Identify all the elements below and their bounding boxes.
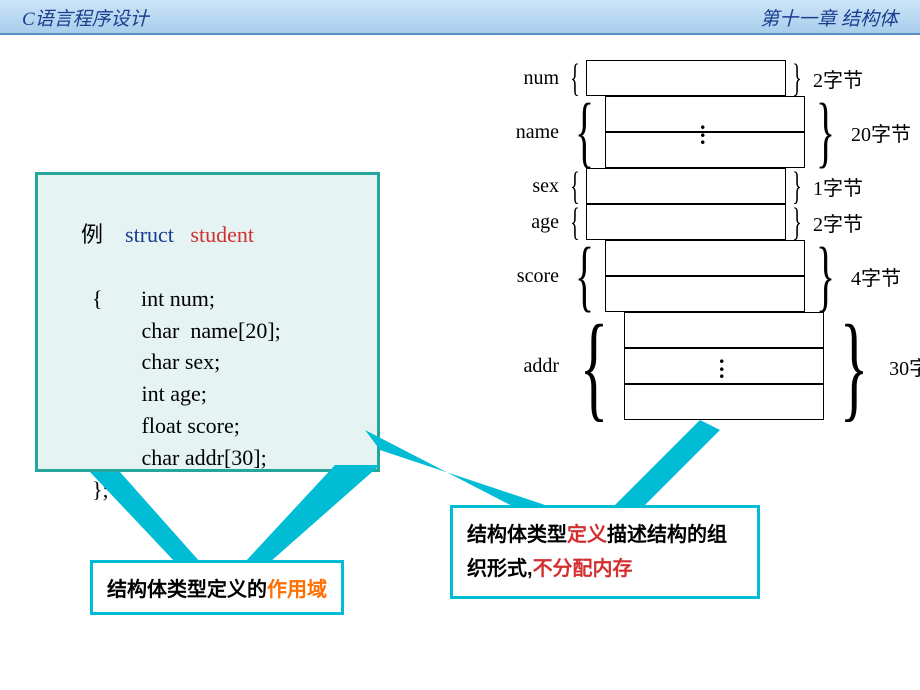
type-name: student xyxy=(190,222,254,247)
brace-left-icon: { xyxy=(570,168,581,204)
memory-field-age: age{}2字节 xyxy=(460,204,920,240)
code-line: float score; xyxy=(48,410,367,442)
header-right: 第十一章 结构体 xyxy=(760,4,898,31)
brace-right-icon: } xyxy=(815,240,835,312)
memory-layout: num{}2字节name{. . .}20字节sex{}1字节age{}2字节s… xyxy=(460,60,920,420)
slide-header: C语言程序设计 第十一章 结构体 xyxy=(0,0,920,34)
memory-cell xyxy=(586,168,786,204)
code-line: int age; xyxy=(48,378,367,410)
callout2-text1: 结构体类型 xyxy=(467,524,567,546)
memory-label: age xyxy=(460,204,565,240)
callout1-text2: 作用域 xyxy=(267,579,327,601)
code-example-box: 例 struct student { int num; char name[20… xyxy=(35,172,380,472)
memory-label: score xyxy=(460,240,565,312)
brace-right-icon: } xyxy=(791,204,802,240)
memory-label: name xyxy=(460,96,565,168)
brace-left-icon: { xyxy=(580,312,610,420)
memory-cell xyxy=(605,276,805,312)
header-left: C语言程序设计 xyxy=(22,4,149,31)
memory-label: addr xyxy=(460,312,565,420)
brace-right-icon: } xyxy=(815,96,835,168)
example-label: 例 xyxy=(81,222,103,247)
memory-cell xyxy=(586,60,786,96)
brace-right-icon: } xyxy=(839,312,869,420)
memory-cell xyxy=(605,240,805,276)
brace-left-icon: { xyxy=(575,96,595,168)
memory-size: 30字节 xyxy=(883,312,920,420)
brace-right-icon: } xyxy=(791,168,802,204)
vertical-dots-icon: . . . xyxy=(719,352,725,375)
callout2-text2: 定义 xyxy=(567,524,607,546)
memory-field-num: num{}2字节 xyxy=(460,60,920,96)
brace-right-icon: } xyxy=(791,60,802,96)
code-line: char name[20]; xyxy=(48,315,367,347)
memory-field-sex: sex{}1字节 xyxy=(460,168,920,204)
memory-cell xyxy=(586,204,786,240)
memory-size: 20字节 xyxy=(845,96,920,168)
struct-keyword: struct xyxy=(125,222,174,247)
memory-field-name: name{ . . .}20字节 xyxy=(460,96,920,168)
callout-definition: 结构体类型定义描述结构的组织形式,不分配内存 xyxy=(450,505,760,599)
memory-field-addr: addr{ . . .} 30字节 xyxy=(460,312,920,420)
callout2-text4: 不分配内存 xyxy=(533,558,633,580)
memory-cell xyxy=(624,384,824,420)
memory-label: num xyxy=(460,60,565,96)
callout-scope: 结构体类型定义的作用域 xyxy=(90,560,344,615)
code-line: char sex; xyxy=(48,346,367,378)
memory-label: sex xyxy=(460,168,565,204)
vertical-dots-icon: . . . xyxy=(700,118,706,141)
code-line: { int num; xyxy=(48,283,367,315)
callout1-text1: 结构体类型定义的 xyxy=(107,579,267,601)
